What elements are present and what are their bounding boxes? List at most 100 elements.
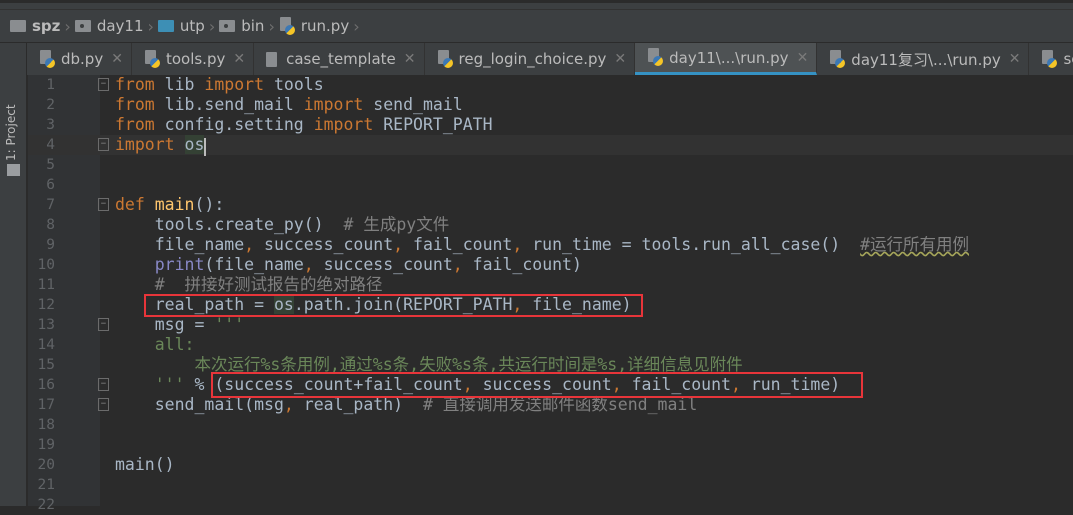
- fold-marker-icon[interactable]: −: [98, 138, 109, 151]
- code-line[interactable]: 5: [28, 155, 1073, 175]
- close-icon[interactable]: ✕: [1009, 51, 1021, 67]
- line-number: 2: [46, 97, 55, 113]
- code-token: print: [154, 255, 205, 274]
- folder-icon: [157, 20, 174, 32]
- tab[interactable]: day11\...\run.py ✕: [635, 43, 818, 75]
- line-number: 18: [37, 417, 55, 433]
- fold-marker-icon[interactable]: −: [98, 78, 109, 91]
- fold-marker-icon[interactable]: −: [98, 378, 109, 391]
- tab-label: day11复习\...\run.py: [851, 50, 1001, 69]
- tab-label: case_template: [286, 50, 396, 68]
- code-token: def: [115, 195, 155, 214]
- tab[interactable]: reg_login_choice.py ✕: [425, 43, 636, 75]
- fold-marker-icon[interactable]: −: [98, 318, 109, 331]
- line-number: 14: [37, 337, 55, 353]
- code-line[interactable]: 18: [28, 415, 1073, 435]
- code-line[interactable]: 6: [28, 175, 1073, 195]
- line-number: 6: [46, 177, 55, 193]
- breadcrumb-item[interactable]: day11 ›: [74, 17, 154, 36]
- code-line[interactable]: 19: [28, 435, 1073, 455]
- close-icon[interactable]: ✕: [404, 51, 416, 67]
- breadcrumb-label: day11: [96, 17, 144, 35]
- code-line[interactable]: 13 − msg = ''': [28, 315, 1073, 335]
- code-text: send_mail(msg, real_path) # 直接调用发送邮件函数se…: [115, 395, 698, 415]
- breadcrumb-label: bin: [241, 17, 265, 35]
- code-line[interactable]: 21: [28, 475, 1073, 495]
- code-token: success_count: [264, 235, 394, 254]
- close-icon[interactable]: ✕: [111, 51, 123, 67]
- breadcrumb-item[interactable]: run.py ›: [279, 16, 360, 36]
- code-text: from config.setting import REPORT_PATH: [115, 115, 493, 135]
- code-token: ,: [452, 255, 473, 274]
- tab[interactable]: db.py ✕: [27, 43, 132, 75]
- code-line[interactable]: 8 tools.create_py() # 生成py文件: [28, 215, 1073, 235]
- code-token: lib: [164, 75, 205, 94]
- code-text: msg = ''': [115, 315, 244, 335]
- code-line[interactable]: 4 − import os: [28, 135, 1073, 155]
- code-text: tools.create_py() # 生成py文件: [115, 215, 450, 235]
- code-line[interactable]: 10 print(file_name, success_count, fail_…: [28, 255, 1073, 275]
- breadcrumb-item[interactable]: spz ›: [10, 17, 71, 36]
- code-token: tools.create_py(): [115, 215, 344, 234]
- code-token: ''': [115, 375, 185, 394]
- project-tool-button[interactable]: 1: Project: [4, 104, 18, 161]
- close-icon[interactable]: ✕: [233, 51, 245, 67]
- code-token: from: [115, 95, 165, 114]
- code-line[interactable]: 3 from config.setting import REPORT_PATH: [28, 115, 1073, 135]
- fold-marker-icon[interactable]: −: [98, 198, 109, 211]
- line-number: 22: [37, 497, 55, 513]
- tab-label: day11\...\run.py: [669, 48, 789, 67]
- code-token: import: [204, 75, 274, 94]
- fold-marker-icon[interactable]: −: [98, 398, 109, 411]
- code-line[interactable]: 22: [28, 495, 1073, 515]
- line-number: 3: [46, 117, 55, 133]
- code-token: ,: [393, 235, 414, 254]
- code-token: from: [115, 75, 165, 94]
- tab[interactable]: sett: [1029, 43, 1073, 75]
- code-line[interactable]: 2 from lib.send_mail import send_mail: [28, 95, 1073, 115]
- tab-label: reg_login_choice.py: [458, 50, 607, 68]
- code-line[interactable]: 7 − def main():: [28, 195, 1073, 215]
- code-token: # 生成py文件: [343, 215, 450, 234]
- text-file-icon: [266, 51, 278, 67]
- python-file-icon: [829, 49, 846, 69]
- code-line[interactable]: 11 # 拼接好测试报告的绝对路径: [28, 275, 1073, 295]
- highlight-box-real-path: [144, 294, 643, 317]
- code-token: msg =: [115, 315, 215, 334]
- code-token: ,: [303, 255, 324, 274]
- code-line[interactable]: 9 file_name, success_count, fail_count, …: [28, 235, 1073, 255]
- code-token: import: [115, 135, 185, 154]
- code-text: # 拼接好测试报告的绝对路径: [115, 275, 383, 295]
- code-line[interactable]: 17 − send_mail(msg, real_path) # 直接调用发送邮件…: [28, 395, 1073, 415]
- tab[interactable]: tools.py ✕: [132, 43, 255, 75]
- code-text: all:: [115, 335, 195, 355]
- tab[interactable]: case_template ✕: [254, 43, 425, 75]
- tab-label: db.py: [61, 50, 104, 68]
- line-number: 4: [46, 137, 55, 153]
- close-icon[interactable]: ✕: [614, 51, 626, 67]
- code-text: from lib import tools: [115, 75, 324, 95]
- code-token: lib.send_mail: [164, 95, 304, 114]
- line-number: 12: [37, 297, 55, 313]
- python-file-icon: [1041, 49, 1058, 69]
- breadcrumb-item[interactable]: utp ›: [157, 16, 216, 36]
- close-icon[interactable]: ✕: [797, 50, 809, 66]
- code-line[interactable]: 14 all:: [28, 335, 1073, 355]
- folder-icon: [10, 20, 26, 32]
- code-line[interactable]: 20 main(): [28, 455, 1073, 475]
- line-number: 11: [37, 277, 55, 293]
- chevron-right-icon: ›: [208, 16, 216, 36]
- line-number: 17: [37, 397, 55, 413]
- code-text: print(file_name, success_count, fail_cou…: [115, 255, 582, 275]
- code-token: import: [303, 95, 374, 114]
- code-text: from lib.send_mail import send_mail: [115, 95, 463, 115]
- line-number: 8: [46, 217, 55, 233]
- tab-label: sett: [1063, 50, 1073, 68]
- line-number: 19: [37, 437, 55, 453]
- code-token: ,: [244, 235, 265, 254]
- code-text: def main():: [115, 195, 224, 215]
- code-token: file_name: [115, 235, 245, 254]
- breadcrumb-item[interactable]: bin ›: [219, 17, 275, 36]
- tab[interactable]: day11复习\...\run.py ✕: [817, 43, 1030, 75]
- code-line[interactable]: 1 − from lib import tools: [28, 75, 1073, 95]
